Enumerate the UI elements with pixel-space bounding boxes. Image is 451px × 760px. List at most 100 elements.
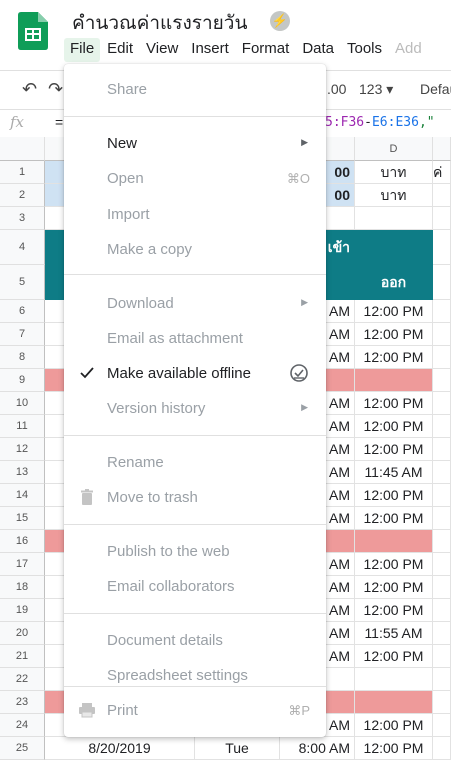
grid-cell[interactable]	[433, 461, 451, 484]
grid-cell[interactable]	[433, 438, 451, 461]
row-number[interactable]: 21	[0, 645, 45, 668]
row-number[interactable]: 24	[0, 714, 45, 737]
grid-cell[interactable]	[355, 691, 433, 714]
grid-cell[interactable]: 12:00 PM	[355, 553, 433, 576]
menu-insert[interactable]: Insert	[185, 38, 235, 62]
menu-item-publish[interactable]: Publish to the web	[64, 539, 326, 563]
grid-cell[interactable]	[433, 645, 451, 668]
grid-cell[interactable]: 12:00 PM	[355, 645, 433, 668]
menu-addons[interactable]: Add	[389, 38, 428, 62]
grid-cell[interactable]	[355, 530, 433, 553]
menu-item-make-copy[interactable]: Make a copy	[64, 237, 326, 261]
grid-cell[interactable]	[433, 507, 451, 530]
menu-item-new[interactable]: New ▶	[64, 131, 326, 155]
menu-item-open[interactable]: Open ⌘O	[64, 166, 326, 190]
corner-cell[interactable]	[0, 137, 45, 161]
grid-cell[interactable]: บาท	[355, 184, 433, 207]
row-number[interactable]: 1	[0, 161, 45, 184]
row-number[interactable]: 6	[0, 300, 45, 323]
sheets-logo-icon[interactable]	[18, 12, 48, 50]
decimal-button[interactable]: .00	[327, 81, 346, 97]
number-format-dropdown[interactable]: 123 ▾	[359, 81, 393, 98]
grid-cell[interactable]	[433, 737, 451, 760]
row-number[interactable]: 19	[0, 599, 45, 622]
grid-cell[interactable]	[433, 346, 451, 369]
grid-cell[interactable]	[433, 553, 451, 576]
column-header-e[interactable]	[433, 137, 451, 161]
menu-tools[interactable]: Tools	[341, 38, 388, 62]
grid-cell[interactable]	[433, 484, 451, 507]
menu-item-email-collaborators[interactable]: Email collaborators	[64, 574, 326, 598]
grid-cell[interactable]	[433, 576, 451, 599]
row-number[interactable]: 11	[0, 415, 45, 438]
font-dropdown[interactable]: Defau	[420, 81, 451, 97]
grid-cell[interactable]	[433, 369, 451, 392]
menu-item-print[interactable]: Print ⌘P	[64, 698, 326, 722]
row-number[interactable]: 3	[0, 207, 45, 230]
menu-format[interactable]: Format	[236, 38, 296, 62]
grid-cell[interactable]: 8:00 AM	[280, 737, 355, 760]
grid-cell[interactable]	[355, 369, 433, 392]
grid-cell[interactable]: 12:00 PM	[355, 392, 433, 415]
row-number[interactable]: 10	[0, 392, 45, 415]
menu-item-version-history[interactable]: Version history ▶	[64, 396, 326, 420]
grid-cell[interactable]	[355, 230, 433, 265]
menu-item-email-attachment[interactable]: Email as attachment	[64, 326, 326, 350]
row-number[interactable]: 16	[0, 530, 45, 553]
formula-text[interactable]: 5:F36-E6:E36,"	[325, 115, 435, 130]
menu-item-share[interactable]: Share	[64, 77, 326, 101]
grid-cell[interactable]	[433, 323, 451, 346]
grid-cell[interactable]	[433, 300, 451, 323]
grid-cell[interactable]: 12:00 PM	[355, 599, 433, 622]
grid-cell[interactable]	[433, 599, 451, 622]
grid-cell[interactable]	[433, 691, 451, 714]
grid-cell[interactable]: 12:00 PM	[355, 576, 433, 599]
document-title[interactable]: คำนวณค่าแรงรายวัน	[72, 8, 247, 38]
grid-cell[interactable]	[355, 668, 433, 691]
menu-item-document-details[interactable]: Document details	[64, 628, 326, 652]
menu-edit[interactable]: Edit	[101, 38, 139, 62]
menu-item-spreadsheet-settings[interactable]: Spreadsheet settings	[64, 663, 326, 687]
row-number[interactable]: 4	[0, 230, 45, 265]
grid-cell[interactable]: 12:00 PM	[355, 415, 433, 438]
grid-cell[interactable]: 12:00 PM	[355, 346, 433, 369]
row-number[interactable]: 13	[0, 461, 45, 484]
grid-cell[interactable]: 12:00 PM	[355, 484, 433, 507]
grid-cell[interactable]	[433, 668, 451, 691]
row-number[interactable]: 15	[0, 507, 45, 530]
menu-item-move-trash[interactable]: Move to trash	[64, 485, 326, 509]
row-number[interactable]: 22	[0, 668, 45, 691]
grid-cell[interactable]	[355, 207, 433, 230]
grid-cell[interactable]: 12:00 PM	[355, 323, 433, 346]
grid-cell[interactable]	[433, 230, 451, 265]
undo-icon[interactable]: ↶	[22, 79, 37, 100]
grid-cell[interactable]	[433, 530, 451, 553]
menu-item-download[interactable]: Download ▶	[64, 291, 326, 315]
redo-icon[interactable]: ↷	[48, 79, 63, 100]
grid-cell[interactable]: 11:45 AM	[355, 461, 433, 484]
menu-data[interactable]: Data	[296, 38, 340, 62]
grid-cell[interactable]	[433, 714, 451, 737]
row-number[interactable]: 5	[0, 265, 45, 300]
menu-file[interactable]: File	[64, 38, 101, 62]
grid-cell[interactable]	[433, 415, 451, 438]
row-number[interactable]: 2	[0, 184, 45, 207]
grid-cell[interactable]: 12:00 PM	[355, 507, 433, 530]
menu-view[interactable]: View	[140, 38, 184, 62]
row-number[interactable]: 20	[0, 622, 45, 645]
row-number[interactable]: 9	[0, 369, 45, 392]
grid-cell[interactable]: 11:55 AM	[355, 622, 433, 645]
grid-cell[interactable]: บาท	[355, 161, 433, 184]
grid-cell[interactable]: 8/20/2019	[45, 737, 195, 760]
row-number[interactable]: 23	[0, 691, 45, 714]
row-number[interactable]: 25	[0, 737, 45, 760]
menu-item-rename[interactable]: Rename	[64, 450, 326, 474]
row-number[interactable]: 17	[0, 553, 45, 576]
row-number[interactable]: 7	[0, 323, 45, 346]
row-number[interactable]: 8	[0, 346, 45, 369]
grid-cell[interactable]: Tue	[195, 737, 280, 760]
grid-cell[interactable]	[433, 265, 451, 300]
grid-cell[interactable]: ออก	[355, 265, 433, 300]
row-number[interactable]: 12	[0, 438, 45, 461]
grid-cell[interactable]: 12:00 PM	[355, 714, 433, 737]
